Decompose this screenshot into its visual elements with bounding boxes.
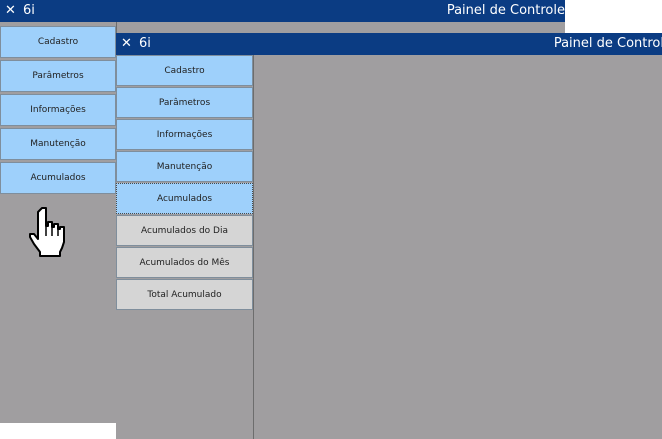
hand-pointer-cursor-icon <box>29 207 65 257</box>
back-menu-informacoes-button[interactable]: Informações <box>0 94 116 126</box>
back-app-name: 6i <box>23 3 35 18</box>
back-titlebar: ✕ 6i Painel de Controle <box>0 0 565 22</box>
back-panel-title: Painel de Controle <box>446 3 565 18</box>
front-titlebar: ✕ 6i Painel de Controle <box>116 33 662 55</box>
submenu-acumulados-do-mes-button[interactable]: Acumulados do Mês <box>116 247 253 278</box>
back-menu-cadastro-button[interactable]: Cadastro <box>0 26 116 58</box>
front-close-icon[interactable]: ✕ <box>121 35 132 53</box>
front-menu-manutencao-button[interactable]: Manutenção <box>116 151 253 182</box>
back-menu-acumulados-button[interactable]: Acumulados <box>0 162 116 194</box>
front-menu-informacoes-button[interactable]: Informações <box>116 119 253 150</box>
front-menu: Cadastro Parâmetros Informações Manutenç… <box>116 55 253 311</box>
front-menu-acumulados-button[interactable]: Acumulados <box>116 183 253 214</box>
submenu-total-acumulado-button[interactable]: Total Acumulado <box>116 279 253 310</box>
back-menu: Cadastro Parâmetros Informações Manutenç… <box>0 26 116 196</box>
front-menu-cadastro-button[interactable]: Cadastro <box>116 55 253 86</box>
front-panel-title: Painel de Controle <box>553 36 662 51</box>
submenu-acumulados-do-dia-button[interactable]: Acumulados do Dia <box>116 215 253 246</box>
front-window: ✕ 6i Painel de Controle Cadastro Parâmet… <box>116 33 662 439</box>
back-menu-parametros-button[interactable]: Parâmetros <box>0 60 116 92</box>
back-menu-manutencao-button[interactable]: Manutenção <box>0 128 116 160</box>
back-close-icon[interactable]: ✕ <box>5 2 16 20</box>
front-app-name: 6i <box>139 36 151 51</box>
front-menu-parametros-button[interactable]: Parâmetros <box>116 87 253 118</box>
